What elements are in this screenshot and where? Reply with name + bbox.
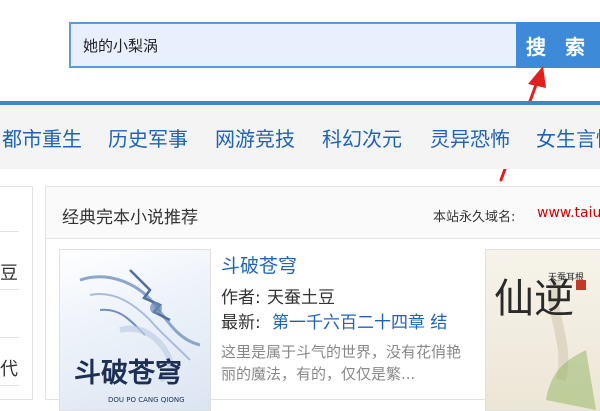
book-cover-image[interactable]: 斗破苍穹 DOU PO CANG QIONG (59, 249, 211, 411)
domain-link[interactable]: www.taiu (537, 205, 600, 221)
left-sidebar: 豆 代 (0, 186, 33, 400)
category-nav: 都市重生 历史军事 网游竞技 科幻次元 灵异恐怖 女生言情 (0, 101, 600, 169)
seal-icon (576, 280, 586, 290)
nav-item-history[interactable]: 历史军事 (108, 123, 188, 152)
author-label: 作者: (221, 288, 261, 308)
nav-item-scifi[interactable]: 科幻次元 (322, 123, 402, 152)
latest-label: 最新: (221, 313, 261, 333)
search-button[interactable]: 搜 索 (516, 22, 600, 68)
xian-ni-cover-art-icon: 仙逆 天蚕耳根 (494, 271, 596, 410)
sidebar-divider (0, 337, 19, 338)
author-name: 天蚕土豆 (267, 288, 335, 308)
sidebar-item-fragment[interactable]: 豆 (0, 259, 18, 285)
dragon-cover-art-icon: 斗破苍穹 DOU PO CANG QIONG (74, 269, 201, 404)
nav-item-urban[interactable]: 都市重生 (2, 123, 82, 152)
nav-item-horror[interactable]: 灵异恐怖 (430, 123, 510, 152)
sidebar-divider (0, 289, 19, 290)
sidebar-item-fragment[interactable]: 代 (0, 355, 18, 381)
domain-label: 本站永久域名: (433, 210, 516, 225)
search-input[interactable] (69, 22, 516, 68)
cover-title-text: 斗破苍穹 (74, 357, 182, 389)
book-cover-image[interactable]: 仙逆 天蚕耳根 (485, 249, 600, 411)
recommend-panel: 经典完本小说推荐 本站永久域名: www.taiu 斗破苍穹 DOU PO CA… (45, 186, 600, 411)
cover-subtitle-text: DOU PO CANG QIONG (108, 396, 185, 404)
sidebar-divider (0, 385, 19, 386)
nav-item-romance[interactable]: 女生言情 (536, 123, 600, 152)
latest-chapter-link[interactable]: 第一千六百二十四章 结 (272, 308, 447, 333)
panel-header: 经典完本小说推荐 本站永久域名: www.taiu (46, 187, 600, 239)
book-title-link[interactable]: 斗破苍穹 (221, 251, 297, 278)
nav-item-games[interactable]: 网游竞技 (215, 123, 295, 152)
sidebar-divider (0, 231, 19, 232)
book-description: 这里是属于斗气的世界，没有花俏艳丽的魔法，有的，仅仅是繁... (221, 343, 462, 383)
panel-title: 经典完本小说推荐 (62, 208, 198, 228)
search-bar: 搜 索 (69, 22, 600, 68)
